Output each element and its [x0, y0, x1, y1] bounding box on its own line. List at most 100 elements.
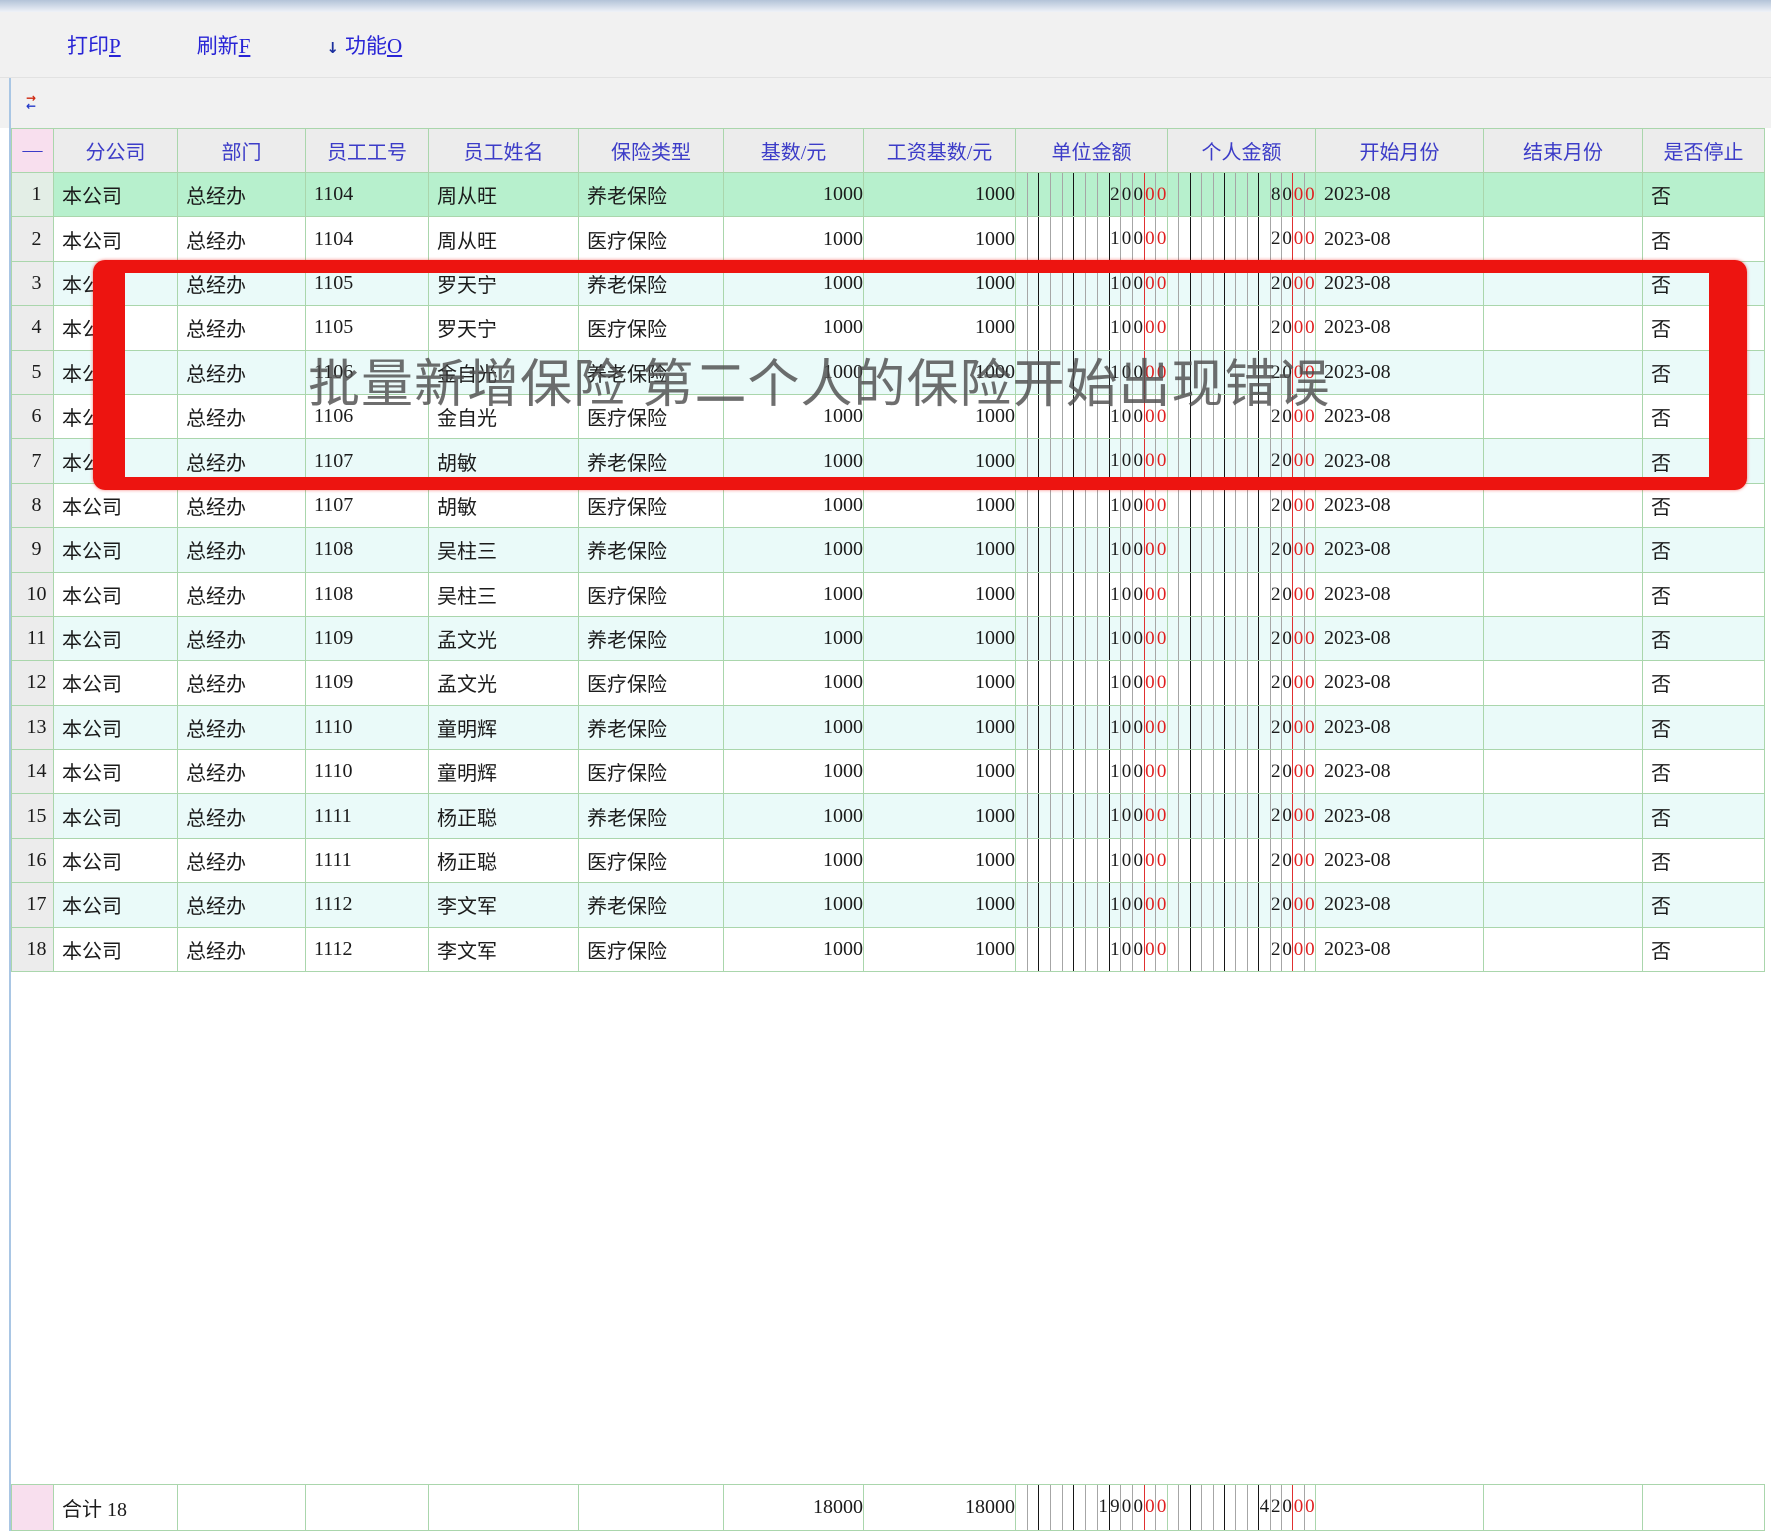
- cell-unit-amount[interactable]: 10000: [1016, 616, 1168, 660]
- cell-unit-amount[interactable]: 20000: [1016, 173, 1168, 217]
- cell-insurance-type[interactable]: 养老保险: [579, 794, 724, 838]
- cell-end-month[interactable]: [1484, 705, 1643, 749]
- cell-stopped[interactable]: 否: [1643, 750, 1765, 794]
- cell-stopped[interactable]: 否: [1643, 705, 1765, 749]
- cell-insurance-type[interactable]: 养老保险: [579, 616, 724, 660]
- cell-employee-id[interactable]: 1112: [306, 883, 429, 927]
- cell-salary-base[interactable]: 1000: [864, 616, 1016, 660]
- row-number-cell[interactable]: 11: [12, 616, 54, 660]
- row-number-cell[interactable]: 10: [12, 572, 54, 616]
- cell-personal-amount[interactable]: 2000: [1168, 927, 1316, 971]
- cell-employee-name[interactable]: 童明辉: [429, 750, 579, 794]
- cell-company[interactable]: 本公司: [54, 217, 178, 261]
- cell-employee-id[interactable]: 1109: [306, 616, 429, 660]
- cell-salary-base[interactable]: 1000: [864, 705, 1016, 749]
- cell-department[interactable]: 总经办: [178, 217, 306, 261]
- cell-employee-id[interactable]: 1111: [306, 794, 429, 838]
- cell-insurance-type[interactable]: 养老保险: [579, 883, 724, 927]
- cell-employee-id[interactable]: 1110: [306, 750, 429, 794]
- cell-end-month[interactable]: [1484, 528, 1643, 572]
- cell-unit-amount[interactable]: 10000: [1016, 528, 1168, 572]
- cell-base[interactable]: 1000: [724, 750, 864, 794]
- cell-insurance-type[interactable]: 医疗保险: [579, 750, 724, 794]
- row-number-cell[interactable]: 2: [12, 217, 54, 261]
- cell-salary-base[interactable]: 1000: [864, 173, 1016, 217]
- table-row-10[interactable]: 10本公司总经办1108吴柱三医疗保险100010001000020002023…: [12, 572, 1765, 616]
- table-row-1[interactable]: 1本公司总经办1104周从旺养老保险100010002000080002023-…: [12, 173, 1765, 217]
- cell-base[interactable]: 1000: [724, 616, 864, 660]
- cell-personal-amount[interactable]: 2000: [1168, 794, 1316, 838]
- cell-insurance-type[interactable]: 医疗保险: [579, 217, 724, 261]
- menu-item-f[interactable]: 刷新F: [197, 30, 251, 62]
- cell-end-month[interactable]: [1484, 883, 1643, 927]
- cell-department[interactable]: 总经办: [178, 883, 306, 927]
- cell-start-month[interactable]: 2023-08: [1316, 838, 1484, 882]
- cell-employee-name[interactable]: 杨正聪: [429, 794, 579, 838]
- row-number-cell[interactable]: 6: [12, 394, 54, 438]
- cell-employee-name[interactable]: 孟文光: [429, 661, 579, 705]
- cell-start-month[interactable]: 2023-08: [1316, 217, 1484, 261]
- cell-end-month[interactable]: [1484, 173, 1643, 217]
- cell-unit-amount[interactable]: 10000: [1016, 838, 1168, 882]
- cell-company[interactable]: 本公司: [54, 173, 178, 217]
- cell-base[interactable]: 1000: [724, 661, 864, 705]
- cell-start-month[interactable]: 2023-08: [1316, 883, 1484, 927]
- cell-insurance-type[interactable]: 医疗保险: [579, 927, 724, 971]
- row-number-cell[interactable]: 5: [12, 350, 54, 394]
- row-number-cell[interactable]: 7: [12, 439, 54, 483]
- cell-company[interactable]: 本公司: [54, 572, 178, 616]
- cell-start-month[interactable]: 2023-08: [1316, 705, 1484, 749]
- cell-company[interactable]: 本公司: [54, 750, 178, 794]
- cell-start-month[interactable]: 2023-08: [1316, 572, 1484, 616]
- cell-personal-amount[interactable]: 2000: [1168, 572, 1316, 616]
- cell-company[interactable]: 本公司: [54, 705, 178, 749]
- cell-stopped[interactable]: 否: [1643, 616, 1765, 660]
- cell-stopped[interactable]: 否: [1643, 173, 1765, 217]
- table-row-13[interactable]: 13本公司总经办1110童明辉养老保险100010001000020002023…: [12, 705, 1765, 749]
- cell-company[interactable]: 本公司: [54, 616, 178, 660]
- row-number-cell[interactable]: 8: [12, 483, 54, 527]
- cell-employee-id[interactable]: 1108: [306, 528, 429, 572]
- cell-salary-base[interactable]: 1000: [864, 217, 1016, 261]
- sync-arrows-icon[interactable]: →←: [26, 94, 42, 110]
- cell-employee-id[interactable]: 1108: [306, 572, 429, 616]
- row-number-cell[interactable]: 4: [12, 306, 54, 350]
- cell-end-month[interactable]: [1484, 572, 1643, 616]
- cell-unit-amount[interactable]: 10000: [1016, 927, 1168, 971]
- cell-start-month[interactable]: 2023-08: [1316, 173, 1484, 217]
- row-number-cell[interactable]: 9: [12, 528, 54, 572]
- cell-insurance-type[interactable]: 医疗保险: [579, 572, 724, 616]
- cell-insurance-type[interactable]: 养老保险: [579, 705, 724, 749]
- cell-start-month[interactable]: 2023-08: [1316, 750, 1484, 794]
- cell-unit-amount[interactable]: 10000: [1016, 572, 1168, 616]
- cell-unit-amount[interactable]: 10000: [1016, 750, 1168, 794]
- menu-item-o[interactable]: ↓功能O: [326, 30, 402, 62]
- cell-personal-amount[interactable]: 2000: [1168, 616, 1316, 660]
- cell-unit-amount[interactable]: 10000: [1016, 883, 1168, 927]
- row-number-cell[interactable]: 3: [12, 261, 54, 305]
- cell-stopped[interactable]: 否: [1643, 572, 1765, 616]
- cell-employee-name[interactable]: 李文军: [429, 927, 579, 971]
- table-row-2[interactable]: 2本公司总经办1104周从旺医疗保险100010001000020002023-…: [12, 217, 1765, 261]
- cell-company[interactable]: 本公司: [54, 838, 178, 882]
- cell-department[interactable]: 总经办: [178, 794, 306, 838]
- cell-employee-id[interactable]: 1112: [306, 927, 429, 971]
- cell-start-month[interactable]: 2023-08: [1316, 528, 1484, 572]
- menu-item-p[interactable]: 打印P: [67, 30, 121, 62]
- cell-employee-id[interactable]: 1104: [306, 217, 429, 261]
- cell-company[interactable]: 本公司: [54, 661, 178, 705]
- cell-employee-name[interactable]: 童明辉: [429, 705, 579, 749]
- cell-department[interactable]: 总经办: [178, 927, 306, 971]
- cell-department[interactable]: 总经办: [178, 616, 306, 660]
- cell-employee-name[interactable]: 吴柱三: [429, 572, 579, 616]
- row-number-cell[interactable]: 18: [12, 927, 54, 971]
- table-row-18[interactable]: 18本公司总经办1112李文军医疗保险100010001000020002023…: [12, 927, 1765, 971]
- cell-insurance-type[interactable]: 养老保险: [579, 173, 724, 217]
- cell-salary-base[interactable]: 1000: [864, 927, 1016, 971]
- cell-insurance-type[interactable]: 医疗保险: [579, 838, 724, 882]
- table-row-9[interactable]: 9本公司总经办1108吴柱三养老保险100010001000020002023-…: [12, 528, 1765, 572]
- cell-start-month[interactable]: 2023-08: [1316, 661, 1484, 705]
- row-number-cell[interactable]: 17: [12, 883, 54, 927]
- cell-unit-amount[interactable]: 10000: [1016, 661, 1168, 705]
- cell-start-month[interactable]: 2023-08: [1316, 927, 1484, 971]
